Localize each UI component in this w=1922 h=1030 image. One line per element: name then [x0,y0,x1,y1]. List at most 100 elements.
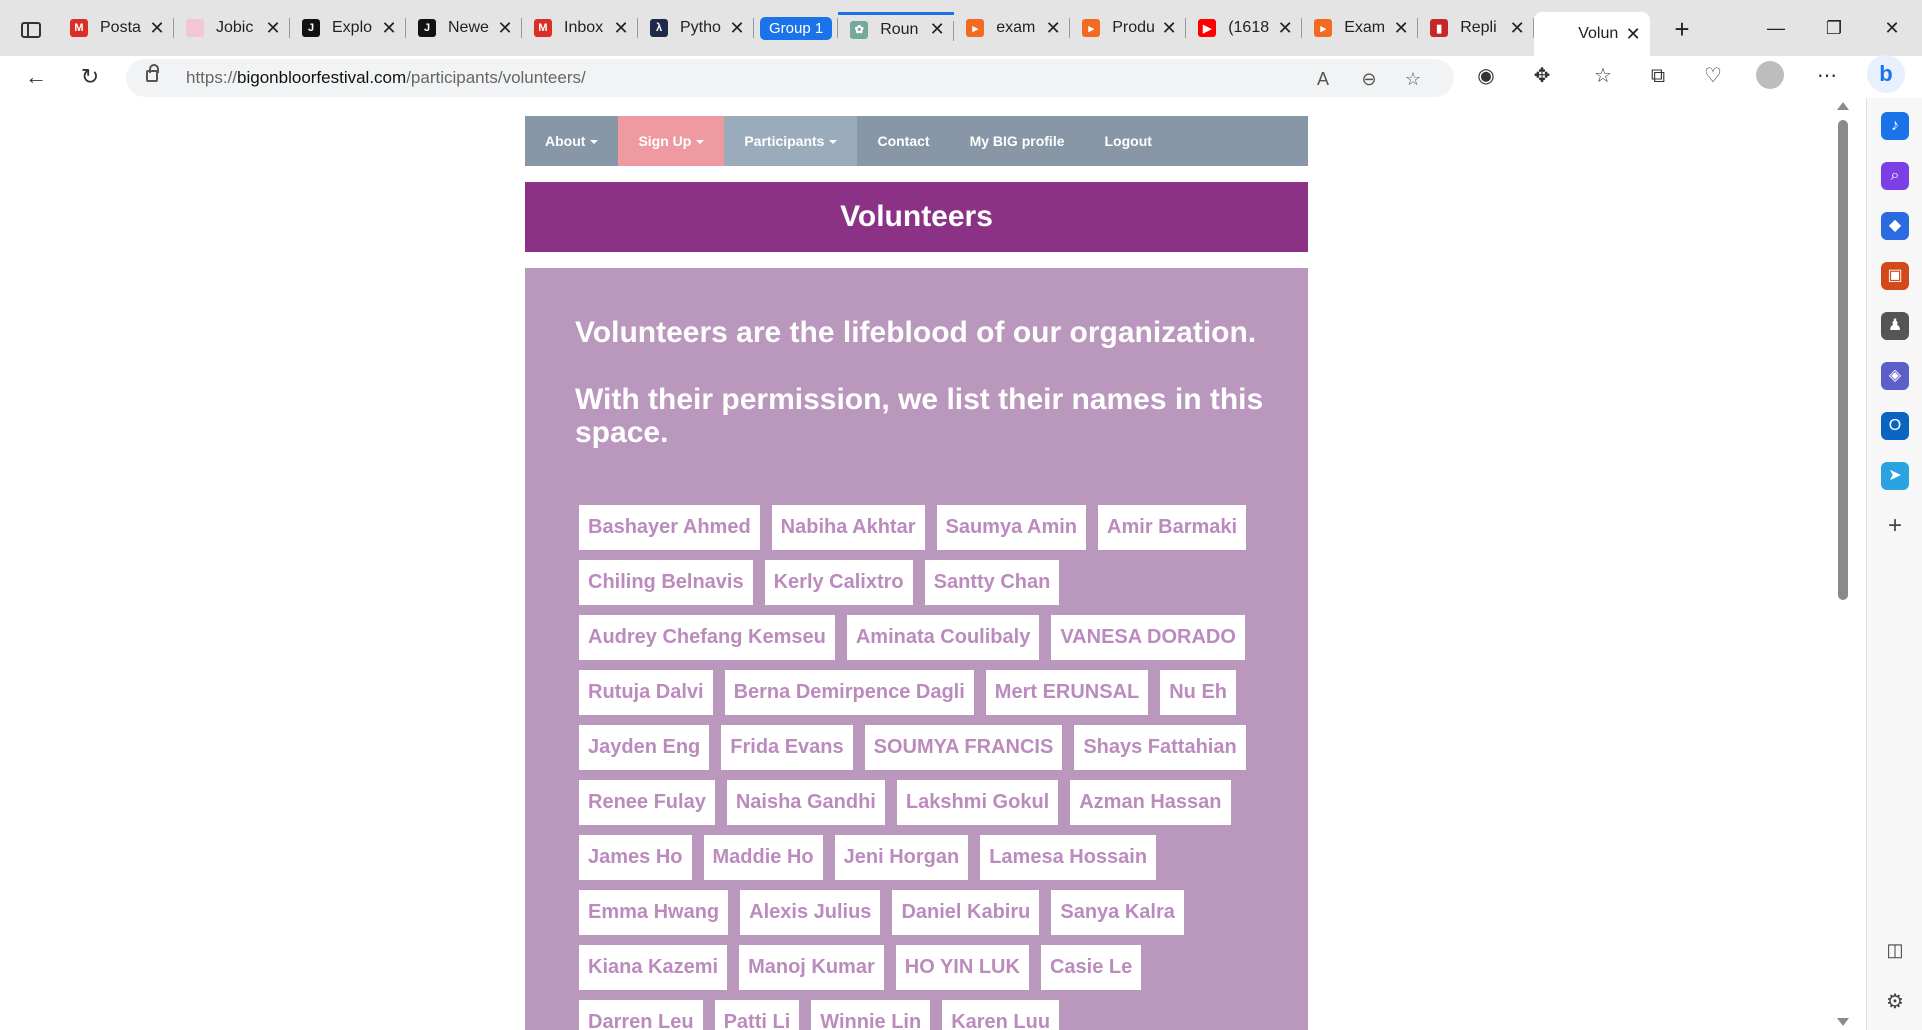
notifications-icon[interactable]: ♪ [1881,112,1909,140]
active-tab[interactable]: Volun ✕ [1534,12,1651,56]
jobicy-icon [186,19,204,37]
scroll-up-icon[interactable] [1837,102,1849,110]
close-tab-icon[interactable]: ✕ [1274,18,1296,39]
browser-tab[interactable]: ▸ exam ✕ [954,12,1071,44]
volunteer-name: Kerly Calixtro [764,560,913,605]
close-tab-icon[interactable]: ✕ [262,18,284,39]
close-tab-icon[interactable]: ✕ [726,18,748,39]
browser-essentials-icon[interactable]: ♡ [1698,61,1728,91]
microsoft-365-icon[interactable]: ◈ [1881,362,1909,390]
browser-tab[interactable]: λ Pytho ✕ [638,12,754,44]
nav-sign-up[interactable]: Sign Up [618,116,725,166]
close-tab-icon[interactable]: ✕ [1042,18,1064,39]
volunteer-name: SOUMYA FRANCIS [864,725,1063,770]
volunteer-name: Karen Luu [942,1000,1060,1030]
favorites-icon[interactable]: ☆ [1588,61,1618,91]
profile-avatar[interactable] [1756,61,1784,89]
favorite-star-icon[interactable]: ☆ [1400,67,1426,91]
tab-title: Repli [1460,19,1497,36]
browser-tab[interactable]: ▸ Produ ✕ [1070,12,1187,44]
volunteer-row: Jayden Eng Frida Evans SOUMYA FRANCIS Shays… [579,725,1279,770]
close-tab-icon[interactable]: ✕ [1158,18,1180,39]
volunteers-panel: Volunteers are the lifeblood of our orga… [525,268,1308,1030]
tools-briefcase-icon[interactable]: ▣ [1881,262,1909,290]
volunteer-row: Bashayer Ahmed Nabiha Akhtar Saumya Amin Am… [579,505,1279,550]
nav-contact[interactable]: Contact [857,116,949,166]
shopping-tag-icon[interactable]: ◆ [1881,212,1909,240]
volunteer-name: James Ho [579,835,692,880]
tab-title: Jobic [216,19,254,36]
close-tab-icon[interactable]: ✕ [494,18,516,39]
gmail-icon: M [534,19,552,37]
tab-title: Exam [1344,19,1386,36]
minimize-button[interactable]: — [1756,12,1796,44]
volunteer-name: Sanya Kalra [1051,890,1184,935]
browser-tab[interactable]: ▸ Exam ✕ [1302,12,1419,44]
collections-icon[interactable]: ⧉ [1643,61,1673,91]
nav-participants[interactable]: Participants [724,116,858,166]
address-bar[interactable]: https://bigonbloorfestival.com/participa… [126,59,1454,97]
volunteer-row: Renee Fulay Naisha Gandhi Lakshmi Gokul Azm… [579,780,1279,825]
volunteer-name: Casie Le [1040,945,1142,990]
scroll-down-icon[interactable] [1837,1018,1849,1026]
close-tab-icon[interactable]: ✕ [1390,18,1412,39]
close-tab-icon[interactable]: ✕ [1506,18,1528,39]
volunteer-name: Maddie Ho [703,835,823,880]
close-tab-icon[interactable]: ✕ [1622,24,1644,45]
tab-title: Pytho [680,19,721,36]
maximize-button[interactable]: ❐ [1814,12,1854,44]
volunteer-name: VANESA DORADO [1051,615,1245,660]
outlook-icon[interactable]: O [1881,412,1909,440]
browser-tab[interactable]: M Inbox ✕ [522,12,638,44]
drop-icon[interactable]: ➤ [1881,462,1909,490]
page-scrollbar[interactable] [1832,98,1854,1030]
url-text[interactable]: https://bigonbloorfestival.com/participa… [186,68,586,88]
browser-tab[interactable]: J Newe ✕ [406,12,522,44]
site-navigation: About Sign Up Participants Contact My BI… [525,116,1308,166]
read-aloud-icon[interactable]: A [1310,67,1336,91]
jobscan-icon: J [418,19,436,37]
browser-tab[interactable]: ▮ Repli ✕ [1418,12,1535,44]
close-tab-icon[interactable]: ✕ [146,18,168,39]
scrollbar-thumb[interactable] [1838,120,1848,600]
browser-tab[interactable]: M Posta ✕ [58,12,174,44]
volunteer-name: Aminata Coulibaly [846,615,1040,660]
add-sidebar-app-icon[interactable]: + [1881,512,1909,540]
new-tab-button[interactable]: + [1666,14,1698,45]
browser-tab[interactable]: J Explo ✕ [290,12,406,44]
games-icon[interactable]: ♟ [1881,312,1909,340]
nav-my-big-profile[interactable]: My BIG profile [950,116,1085,166]
volunteer-name: Audrey Chefang Kemseu [579,615,835,660]
tab-title: Produ [1112,19,1155,36]
volunteer-row: Audrey Chefang Kemseu Aminata Coulibaly VA… [579,615,1279,660]
nav-logout[interactable]: Logout [1085,116,1172,166]
browser-tab[interactable]: ✿ Roun ✕ [838,12,955,44]
volunteer-name: Chiling Belnavis [579,560,753,605]
refresh-button[interactable]: ↻ [72,61,108,93]
tab-group-label[interactable]: Group 1 [754,12,839,44]
more-menu-icon[interactable]: ⋯ [1812,61,1842,91]
nav-about[interactable]: About [525,116,618,166]
copilot-icon[interactable]: b [1867,55,1905,93]
browser-tab[interactable]: Jobic ✕ [174,12,290,44]
chevron-down-icon [696,140,705,144]
tab-title: (1618 [1228,19,1270,36]
hide-sidebar-icon[interactable]: ◫ [1881,936,1909,964]
back-button[interactable]: ← [18,61,54,93]
sidebar-settings-icon[interactable]: ⚙ [1881,988,1909,1016]
close-tab-icon[interactable]: ✕ [610,18,632,39]
zoom-out-icon[interactable]: ⊖ [1356,67,1382,91]
volunteer-name: Winnie Lin [811,1000,931,1030]
volunteer-name: Daniel Kabiru [892,890,1040,935]
color-extension-icon[interactable]: ◉ [1471,61,1501,91]
extensions-icon[interactable]: ✥ [1527,61,1557,91]
browser-tab[interactable]: ▶ (1618 ✕ [1186,12,1303,44]
close-tab-icon[interactable]: ✕ [926,19,948,40]
close-window-button[interactable]: ✕ [1872,12,1912,44]
lock-icon[interactable] [146,64,159,82]
search-icon[interactable]: ⌕ [1881,162,1909,190]
volunteer-name: Naisha Gandhi [726,780,885,825]
volunteer-row: Darren Leu Patti Li Winnie Lin Karen Luu [579,1000,1279,1030]
tab-actions-button[interactable] [10,16,52,44]
close-tab-icon[interactable]: ✕ [378,18,400,39]
